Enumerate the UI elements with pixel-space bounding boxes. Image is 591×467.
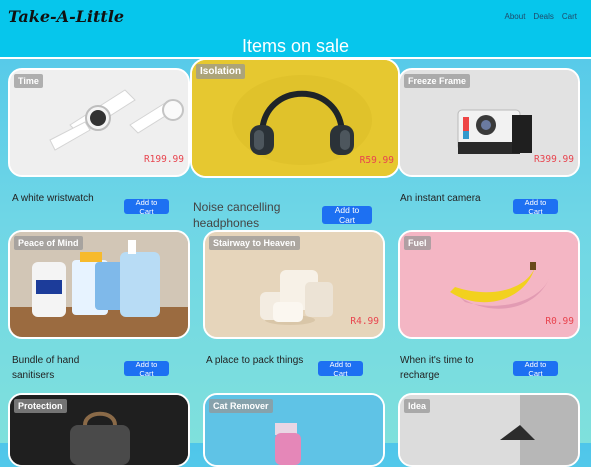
product-badge: Time xyxy=(14,74,43,88)
product-price: R0.99 xyxy=(545,316,574,327)
product-description: A white wristwatch xyxy=(12,193,94,204)
product-description: Bundle of hand sanitisers xyxy=(12,355,80,381)
product-card-isolation[interactable]: Isolation R59.99 xyxy=(190,58,400,178)
product-card-fuel[interactable]: Fuel R0.99 xyxy=(398,230,580,339)
product-card-idea[interactable]: Idea xyxy=(398,393,580,467)
product-card-time[interactable]: Time R199.99 xyxy=(8,68,190,177)
nav-link-about[interactable]: About xyxy=(505,12,526,21)
product-card-protection[interactable]: Protection xyxy=(8,393,190,467)
product-badge: Isolation xyxy=(196,64,246,79)
product-description: Noise cancelling headphones xyxy=(193,200,281,230)
product-card-stairway-to-heaven[interactable]: Stairway to Heaven R4.99 xyxy=(203,230,385,339)
product-card-peace-of-mind[interactable]: Peace of Mind xyxy=(8,230,190,339)
product-price: R399.99 xyxy=(533,154,574,165)
product-card-freeze-frame[interactable]: Freeze Frame R399.99 xyxy=(398,68,580,177)
nav-link-deals[interactable]: Deals xyxy=(533,12,553,21)
product-price: R59.99 xyxy=(359,155,394,166)
product-badge: Cat Remover xyxy=(209,399,273,413)
product-description: An instant camera xyxy=(400,193,481,204)
product-card-cat-remover[interactable]: Cat Remover xyxy=(203,393,385,467)
add-to-cart-button[interactable]: Add to Cart xyxy=(124,198,169,216)
product-badge: Peace of Mind xyxy=(14,236,83,250)
brand-logo[interactable]: Take-A-Little xyxy=(8,7,124,26)
product-badge: Protection xyxy=(14,399,67,413)
page-title: Items on sale xyxy=(241,36,350,56)
product-badge: Fuel xyxy=(404,236,431,250)
nav-links: About Deals Cart xyxy=(505,12,577,21)
product-description: A place to pack things xyxy=(206,355,304,366)
add-to-cart-button[interactable]: Add to Cart xyxy=(318,360,363,378)
product-description: When it's time to recharge xyxy=(400,355,474,381)
add-to-cart-button[interactable]: Add to Cart xyxy=(513,360,558,378)
product-price: R4.99 xyxy=(350,316,379,327)
product-badge: Idea xyxy=(404,399,431,413)
product-badge: Stairway to Heaven xyxy=(209,236,300,250)
product-badge: Freeze Frame xyxy=(404,74,471,88)
navbar: Take-A-Little About Deals Cart Items on … xyxy=(0,0,591,57)
add-to-cart-button[interactable]: Add to Cart xyxy=(322,205,372,225)
product-price: R199.99 xyxy=(143,154,184,165)
add-to-cart-button[interactable]: Add to Cart xyxy=(513,198,558,216)
nav-link-cart[interactable]: Cart xyxy=(562,12,577,21)
add-to-cart-button[interactable]: Add to Cart xyxy=(124,360,169,378)
